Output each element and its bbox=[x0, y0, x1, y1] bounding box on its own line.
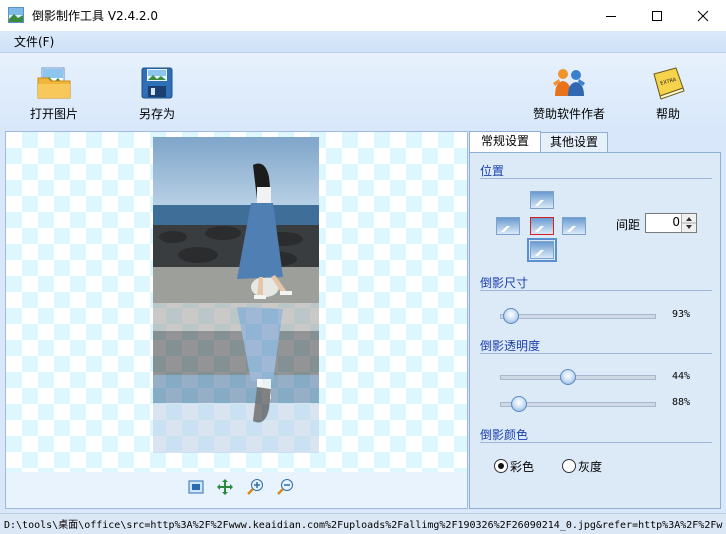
fit-to-window-button[interactable] bbox=[187, 478, 205, 496]
section-divider bbox=[480, 178, 712, 179]
canvas-zoom-bar bbox=[6, 472, 467, 508]
position-right-button[interactable] bbox=[562, 217, 586, 235]
save-disk-icon bbox=[141, 67, 173, 99]
reflection-size-title: 倒影尺寸 bbox=[480, 276, 529, 290]
grayscale-option-label: 灰度 bbox=[578, 460, 603, 474]
folder-image-icon bbox=[37, 67, 71, 99]
app-icon bbox=[8, 7, 24, 23]
grayscale-radio[interactable] bbox=[562, 459, 576, 473]
save-as-label: 另存为 bbox=[138, 107, 175, 121]
reflection-size-slider[interactable] bbox=[500, 308, 656, 324]
save-as-button[interactable]: 另存为 bbox=[117, 60, 197, 124]
zoom-out-icon bbox=[277, 479, 293, 495]
color-option-label: 彩色 bbox=[510, 460, 535, 474]
close-icon bbox=[697, 10, 709, 21]
preview-canvas[interactable] bbox=[5, 131, 468, 509]
preview-photo bbox=[153, 137, 319, 303]
open-image-button[interactable]: 打开图片 bbox=[14, 60, 94, 124]
fit-window-icon bbox=[188, 480, 204, 494]
reflection-opacity-title: 倒影透明度 bbox=[480, 339, 541, 353]
gap-spinner[interactable] bbox=[681, 214, 696, 232]
slider-thumb[interactable] bbox=[503, 308, 519, 324]
gap-input[interactable]: 0 bbox=[645, 213, 697, 233]
close-button[interactable] bbox=[680, 0, 726, 31]
maximize-icon bbox=[652, 10, 662, 21]
actual-size-button[interactable] bbox=[216, 478, 234, 496]
zoom-out-button[interactable] bbox=[277, 478, 295, 496]
opacity-start-slider[interactable] bbox=[500, 369, 656, 385]
opacity-end-slider[interactable] bbox=[500, 396, 656, 412]
help-book-icon: EXTRA bbox=[653, 67, 685, 100]
reflection-color-title: 倒影颜色 bbox=[480, 428, 529, 442]
opacity-end-value: 88% bbox=[672, 397, 691, 408]
section-divider bbox=[480, 290, 712, 291]
tab-other-settings[interactable]: 其他设置 bbox=[540, 132, 608, 152]
gap-value: 0 bbox=[672, 215, 680, 229]
position-top-button[interactable] bbox=[530, 191, 554, 209]
status-file-path: D:\tools\桌面\office\src=http%3A%2F%2Fwww.… bbox=[4, 520, 723, 531]
reflection-size-value: 93% bbox=[672, 309, 691, 320]
window-title: 倒影制作工具 V2.4.2.0 bbox=[32, 9, 159, 23]
zoom-in-icon bbox=[247, 479, 263, 495]
slider-thumb[interactable] bbox=[560, 369, 576, 385]
sponsor-author-label: 赞助软件作者 bbox=[532, 107, 605, 121]
slider-thumb[interactable] bbox=[511, 396, 527, 412]
color-radio[interactable] bbox=[494, 459, 508, 473]
help-label: 帮助 bbox=[655, 107, 680, 121]
tab-general-settings[interactable]: 常规设置 bbox=[469, 131, 541, 153]
open-image-label: 打开图片 bbox=[29, 107, 78, 121]
menu-bar bbox=[0, 31, 726, 53]
position-bottom-button[interactable] bbox=[527, 238, 557, 262]
position-left-button[interactable] bbox=[496, 217, 520, 235]
gap-label: 间距 bbox=[616, 218, 641, 232]
minimize-icon bbox=[606, 15, 616, 17]
menu-file[interactable]: 文件(F) bbox=[14, 33, 54, 50]
help-button[interactable]: EXTRA 帮助 bbox=[628, 60, 708, 124]
sponsor-author-button[interactable]: 赞助软件作者 bbox=[519, 60, 619, 124]
people-icon bbox=[553, 69, 585, 96]
maximize-button[interactable] bbox=[634, 0, 680, 31]
position-center-button[interactable] bbox=[530, 217, 554, 235]
section-divider bbox=[480, 353, 712, 354]
zoom-in-button[interactable] bbox=[247, 478, 265, 496]
minimize-button[interactable] bbox=[588, 0, 634, 31]
reflection-preview bbox=[153, 303, 319, 453]
settings-panel: 位置 倒影尺寸 93% 倒影透明度 44% 88% 倒影颜色 彩色 灰度 bbox=[469, 152, 721, 509]
opacity-start-value: 44% bbox=[672, 371, 691, 382]
spinner-arrows-icon bbox=[682, 217, 696, 229]
section-divider bbox=[480, 442, 712, 443]
position-section-title: 位置 bbox=[480, 164, 505, 178]
move-arrows-icon bbox=[217, 479, 233, 495]
